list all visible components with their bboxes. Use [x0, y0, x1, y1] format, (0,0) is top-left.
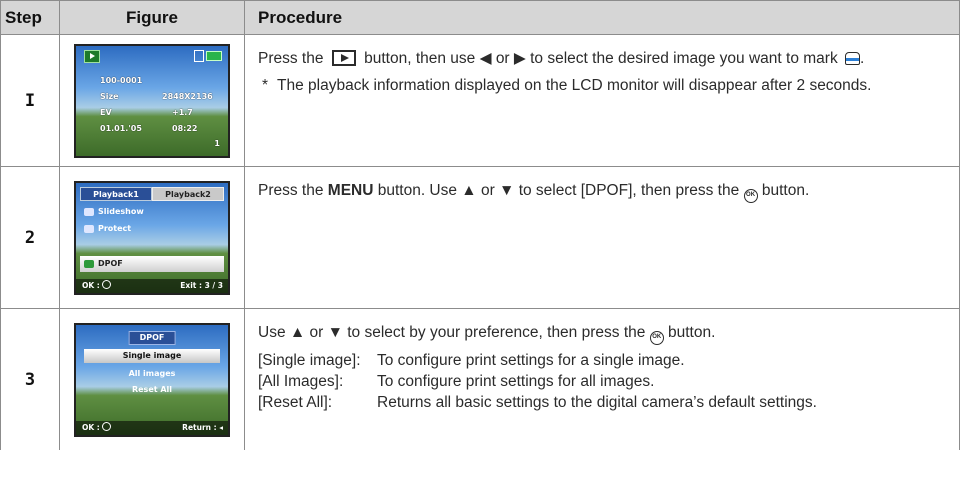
table-header-row: Step Figure Procedure: [0, 0, 960, 35]
size-value: 2848X2136: [162, 91, 213, 101]
playback-screen: 100-0001 Size 2848X2136 EV +1.7 01.01.'0…: [74, 43, 230, 158]
procedure-text: Press the MENU button. Use ▲ or ▼ to sel…: [258, 177, 953, 204]
ev-value: +1.7: [172, 107, 193, 117]
frame-number: 1: [214, 138, 220, 148]
dpof-screen: DPOF Single image All images Reset All O…: [74, 322, 230, 437]
procedure-cell: Press the MENU button. Use ▲ or ▼ to sel…: [244, 166, 960, 309]
menu-item: Protect: [80, 221, 224, 237]
ev-label: EV: [100, 107, 112, 117]
definition-desc: To configure print settings for all imag…: [377, 373, 655, 390]
ok-icon: [102, 279, 112, 289]
option-selected: Single image: [84, 348, 220, 363]
definition-list: [Single image]: To configure print setti…: [258, 350, 953, 413]
menu-tabs: Playback1 Playback2: [80, 186, 224, 201]
header-procedure: Procedure: [244, 0, 960, 35]
ok-hint: OK :: [82, 421, 112, 435]
step-number: 2: [0, 166, 60, 309]
slideshow-icon: [84, 207, 94, 216]
menu-item: Slideshow: [80, 204, 224, 220]
time-value: 08:22: [172, 123, 198, 133]
definition-key: [Reset All]:: [258, 394, 333, 411]
ok-button-icon: OK: [649, 331, 664, 345]
option: Reset All: [131, 384, 173, 394]
size-label: Size: [100, 91, 119, 101]
date-value: 01.01.'05: [100, 123, 142, 133]
definition-item: [Single image]: To configure print setti…: [258, 350, 953, 371]
procedure-text: Press the button, then use ◀ or ▶ to sel…: [258, 50, 865, 67]
definition-key: [Single image]:: [258, 352, 361, 369]
table-row: I 100-0001 Size 2848X2136 EV +1.7 01.01.…: [0, 34, 960, 167]
page-indicator: 3 / 3: [204, 280, 223, 290]
figure-cell: 100-0001 Size 2848X2136 EV +1.7 01.01.'0…: [59, 34, 245, 167]
table-row: 3 DPOF Single image All images Reset All…: [0, 308, 960, 450]
definition-desc: Returns all basic settings to the digita…: [377, 394, 817, 411]
step-number: I: [0, 34, 60, 167]
tab-playback2: Playback2: [152, 186, 224, 201]
note-text: The playback information displayed on th…: [277, 77, 872, 94]
return-hint: Return : ◂: [182, 422, 223, 432]
menu-screen: Playback1 Playback2 Slideshow Protect DP…: [74, 180, 230, 295]
procedure-text: Use ▲ or ▼ to select by your preference,…: [258, 319, 953, 346]
figure-cell: DPOF Single image All images Reset All O…: [59, 308, 245, 450]
note: * The playback information displayed on …: [258, 72, 953, 99]
header-figure: Figure: [59, 0, 245, 35]
ok-button-icon: OK: [743, 189, 758, 203]
step-number: 3: [0, 308, 60, 450]
option: All images: [128, 368, 176, 378]
exit-hint: Exit : 3 / 3: [180, 280, 223, 290]
battery-icon: [206, 50, 222, 61]
procedure-cell: Press the button, then use ◀ or ▶ to sel…: [244, 34, 960, 167]
ok-icon: [102, 421, 112, 431]
play-button-icon: [331, 50, 356, 66]
figure-cell: Playback1 Playback2 Slideshow Protect DP…: [59, 166, 245, 309]
definition-item: [All Images]: To configure print setting…: [258, 371, 953, 392]
memory-card-icon: [194, 49, 204, 62]
dpof-mark-icon: [845, 52, 861, 65]
return-arrow-icon: ◂: [219, 422, 223, 432]
header-step: Step: [0, 0, 60, 35]
menu-footer: OK : Exit : 3 / 3: [76, 278, 228, 293]
procedure-cell: Use ▲ or ▼ to select by your preference,…: [244, 308, 960, 450]
playback-mode-icon: [84, 49, 100, 63]
menu-footer: OK : Return : ◂: [76, 420, 228, 435]
definition-key: [All Images]:: [258, 373, 344, 390]
definition-item: [Reset All]: Returns all basic settings …: [258, 392, 953, 413]
procedure-table: Step Figure Procedure I 100-0001 Size 28…: [0, 0, 960, 450]
tab-playback1: Playback1: [80, 186, 152, 201]
dpof-icon: [84, 259, 94, 268]
note-star: *: [262, 77, 269, 94]
file-number: 100-0001: [100, 75, 143, 85]
menu-label: MENU: [327, 182, 374, 199]
table-row: 2 Playback1 Playback2 Slideshow Protect: [0, 166, 960, 309]
definition-desc: To configure print settings for a single…: [377, 352, 685, 369]
protect-key-icon: [84, 224, 94, 233]
dpof-title: DPOF: [128, 330, 176, 345]
menu-item-selected: DPOF: [80, 255, 224, 272]
ok-hint: OK :: [82, 279, 112, 293]
